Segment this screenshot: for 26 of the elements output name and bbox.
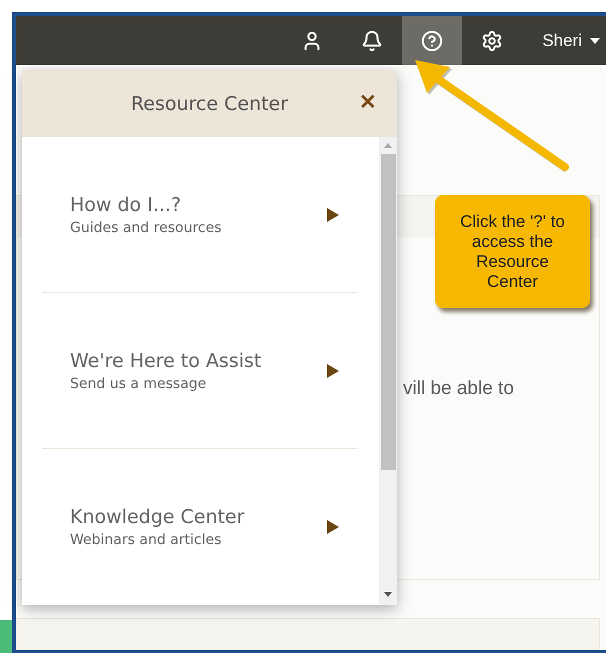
user-menu[interactable]: Sheri (522, 16, 600, 65)
item-title: We're Here to Assist (70, 350, 262, 372)
scrollbar[interactable] (379, 137, 397, 605)
help-button[interactable] (402, 16, 462, 65)
item-subtitle: Send us a message (70, 376, 208, 392)
item-title: Knowledge Center (70, 506, 246, 528)
item-subtitle: Guides and resources (70, 220, 222, 236)
play-icon (327, 364, 339, 378)
item-subtitle: Webinars and articles (70, 532, 222, 548)
body-text: vill be able to (403, 378, 515, 400)
resource-item[interactable]: Knowledge Center Webinars and articles (42, 448, 357, 604)
caret-icon (590, 38, 600, 44)
scroll-thumb[interactable] (380, 154, 396, 470)
play-icon (327, 208, 339, 222)
item-title: How do I...? (70, 194, 182, 216)
scroll-up-icon (384, 143, 392, 148)
callout-note: Click the '?' to access the Resource Center (435, 195, 590, 308)
play-icon (327, 520, 339, 534)
resource-item[interactable]: How do I...? Guides and resources (42, 137, 357, 292)
help-icon (421, 30, 444, 52)
close-button[interactable]: ✕ (359, 90, 377, 115)
bell-icon (361, 30, 384, 52)
resource-item[interactable]: We're Here to Assist Send us a message (42, 292, 357, 448)
scroll-down-icon (384, 592, 392, 597)
panel-title: Resource Center (130, 92, 288, 114)
settings-icon (481, 30, 504, 52)
